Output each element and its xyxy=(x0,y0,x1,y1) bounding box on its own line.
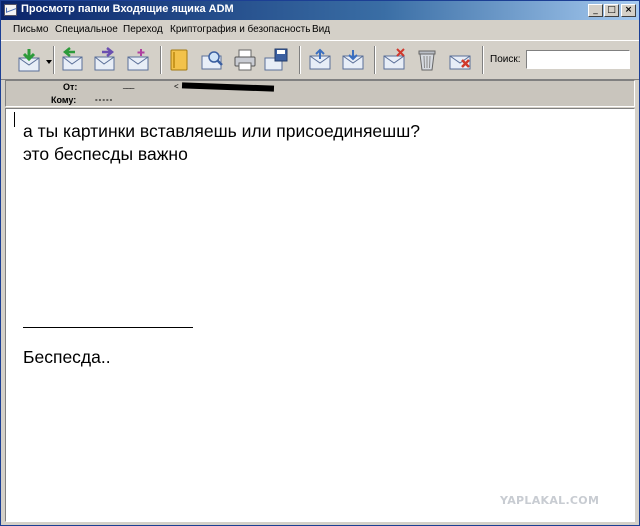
get-mail-button[interactable] xyxy=(16,47,42,73)
menu-crypto-security[interactable]: Криптография и безопасность xyxy=(170,24,310,35)
reply-button[interactable] xyxy=(59,47,85,73)
delete-mail-icon xyxy=(449,55,471,70)
next-message-button[interactable] xyxy=(340,47,366,73)
new-message-icon xyxy=(127,49,149,71)
menu-go[interactable]: Переход xyxy=(123,24,163,35)
toolbar: Поиск: xyxy=(1,40,639,80)
redaction-bar xyxy=(181,82,275,92)
toolbar-separator xyxy=(374,46,376,74)
forward-button[interactable] xyxy=(92,47,118,73)
search-input[interactable] xyxy=(526,50,630,69)
to-value: ----- xyxy=(95,95,114,104)
chevron-down-icon[interactable] xyxy=(46,60,52,64)
next-message-icon xyxy=(342,50,364,70)
address-book-button[interactable] xyxy=(166,47,192,73)
close-button[interactable]: × xyxy=(621,4,636,17)
minimize-button[interactable]: _ xyxy=(588,4,603,17)
message-window: Просмотр папки Входящие ящика ADM _ □ × … xyxy=(0,0,640,526)
signature-divider xyxy=(23,327,193,328)
message-line: а ты картинки вставляешь или присоединяе… xyxy=(23,121,420,141)
magnifier-icon xyxy=(201,51,223,70)
from-name: ___ xyxy=(123,80,134,89)
toolbar-separator xyxy=(482,46,484,74)
from-label: От: xyxy=(63,82,78,92)
menu-bar: Письмо Специальное Переход Криптография … xyxy=(1,21,639,39)
toolbar-separator xyxy=(299,46,301,74)
toolbar-separator xyxy=(53,46,55,74)
reply-icon xyxy=(62,47,83,71)
new-message-button[interactable] xyxy=(125,47,151,73)
envelope-icon xyxy=(4,4,17,16)
menu-special[interactable]: Специальное xyxy=(55,24,118,35)
from-address-prefix: < xyxy=(174,82,179,91)
printer-icon xyxy=(234,49,256,71)
message-header: От: ___ < Кому: ----- xyxy=(5,80,635,107)
junk-mail-icon xyxy=(383,48,405,70)
to-label: Кому: xyxy=(51,95,77,105)
address-book-icon xyxy=(170,49,188,71)
signature: Беспесда.. xyxy=(23,347,111,367)
get-mail-icon xyxy=(18,49,40,72)
search-label: Поиск: xyxy=(490,54,521,65)
delete-button[interactable] xyxy=(414,47,440,73)
delete-message-button[interactable] xyxy=(447,47,473,73)
save-icon xyxy=(264,48,288,71)
mark-junk-button[interactable] xyxy=(381,47,407,73)
message-body[interactable]: а ты картинки вставляешь или присоединяе… xyxy=(5,108,635,522)
toolbar-separator xyxy=(160,46,162,74)
title-bar[interactable]: Просмотр папки Входящие ящика ADM _ □ × xyxy=(1,1,639,20)
watermark: YAPLAKAL.COM xyxy=(500,494,600,507)
previous-message-button[interactable] xyxy=(307,47,333,73)
print-button[interactable] xyxy=(232,47,258,73)
save-button[interactable] xyxy=(263,47,289,73)
menu-letter[interactable]: Письмо xyxy=(13,24,48,35)
window-title: Просмотр папки Входящие ящика ADM xyxy=(21,3,234,15)
forward-icon xyxy=(94,47,115,71)
text-caret xyxy=(14,112,15,127)
previous-message-icon xyxy=(309,48,331,70)
message-line: это беспесды важно xyxy=(23,144,188,164)
menu-view[interactable]: Вид xyxy=(312,24,330,35)
find-button[interactable] xyxy=(199,47,225,73)
trash-icon xyxy=(418,50,436,71)
maximize-button[interactable]: □ xyxy=(604,4,619,17)
